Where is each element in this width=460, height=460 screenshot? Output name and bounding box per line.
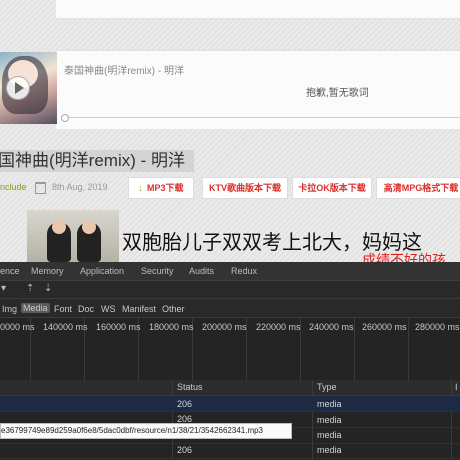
timeline-label: 240000 ms — [309, 322, 354, 332]
mp3-download-label: MP3下载 — [146, 183, 184, 193]
download-arrow-icon: ↓ — [138, 183, 143, 193]
post-category-link[interactable]: nclude — [0, 182, 27, 192]
tab-redux[interactable]: Redux — [231, 266, 257, 276]
filter-ws[interactable]: WS — [101, 304, 116, 314]
column-type[interactable]: Type — [317, 382, 337, 392]
requests-table-header — [0, 380, 460, 396]
column-status[interactable]: Status — [177, 382, 203, 392]
row-status: 206 — [177, 399, 193, 409]
row-type: media — [317, 415, 342, 425]
column-initiator[interactable]: I — [455, 382, 458, 392]
tab-performance[interactable]: ence — [0, 266, 20, 276]
timeline-label: 140000 ms — [43, 322, 88, 332]
mpg-download-button[interactable]: 高清MPG格式下载 — [376, 177, 460, 199]
news-subtitle: 成绩不好的孩 — [362, 252, 446, 262]
play-icon — [15, 82, 24, 94]
thumbnail-face-left — [52, 220, 66, 234]
tab-memory[interactable]: Memory — [31, 266, 64, 276]
filter-dropdown-icon[interactable]: ▾ — [1, 283, 6, 294]
filter-font[interactable]: Font — [54, 304, 72, 314]
request-url-tooltip: e36799749e89d259a0f6e8/5dac0dbf/resource… — [0, 423, 292, 439]
devtools-tab-bar — [0, 262, 460, 281]
play-button[interactable] — [6, 76, 30, 100]
row-type: media — [317, 399, 342, 409]
progress-handle[interactable] — [61, 114, 69, 122]
tab-security[interactable]: Security — [141, 266, 174, 276]
export-har-icon[interactable]: ⇣ — [44, 283, 52, 294]
table-row[interactable]: 206 media — [0, 443, 460, 459]
timeline-label: 160000 ms — [96, 322, 141, 332]
post-title: 国神曲(明洋remix) - 明洋 — [0, 150, 194, 172]
timeline-label: 180000 ms — [149, 322, 194, 332]
tab-audits[interactable]: Audits — [189, 266, 214, 276]
row-type: media — [317, 430, 342, 440]
import-har-icon[interactable]: ⇡ — [26, 283, 34, 294]
thumbnail-face-right — [82, 220, 96, 234]
timeline-gridline — [354, 318, 355, 380]
ktv-download-button[interactable]: KTV歌曲版本下载 — [202, 177, 288, 199]
table-row[interactable]: 206 media — [0, 396, 460, 412]
timeline-gridline — [408, 318, 409, 380]
lyric-status: 抱歉,暂无歌词 — [306, 88, 369, 99]
player-song-title: 泰国神曲(明洋remix) - 明洋 — [64, 66, 184, 77]
filter-doc[interactable]: Doc — [78, 304, 94, 314]
post-date: 8th Aug, 2019 — [52, 182, 108, 192]
filter-img[interactable]: Img — [2, 304, 17, 314]
filter-manifest[interactable]: Manifest — [122, 304, 156, 314]
row-status: 206 — [177, 445, 193, 455]
top-card — [56, 0, 460, 19]
filter-media[interactable]: Media — [21, 303, 50, 313]
tab-application[interactable]: Application — [80, 266, 124, 276]
devtools-toolbar — [0, 281, 460, 299]
calendar-icon — [35, 182, 46, 194]
progress-track[interactable] — [64, 117, 460, 118]
filter-other[interactable]: Other — [162, 304, 185, 314]
mp3-download-button[interactable]: ↓ MP3下载 — [128, 177, 194, 199]
row-type: media — [317, 445, 342, 455]
timeline-label: 260000 ms — [362, 322, 407, 332]
timeline-label: 220000 ms — [256, 322, 301, 332]
timeline-label: 280000 ms — [415, 322, 460, 332]
timeline-label: 200000 ms — [202, 322, 247, 332]
karaoke-download-button[interactable]: 卡拉OK版本下载 — [292, 177, 372, 199]
timeline-label: 0000 ms — [0, 322, 35, 332]
news-thumbnail[interactable] — [27, 210, 119, 262]
